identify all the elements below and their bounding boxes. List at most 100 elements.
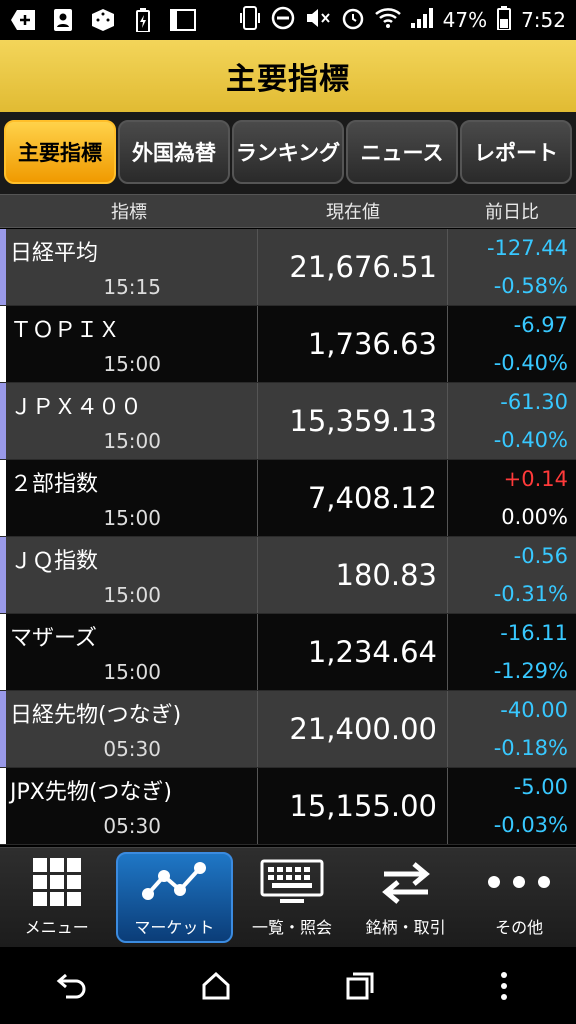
indicator-time: 05:30	[103, 737, 161, 761]
indicator-price: 1,736.63	[258, 306, 448, 382]
stock-trade-label: 銘柄・取引	[365, 917, 446, 937]
market-label: マーケット	[134, 917, 215, 937]
indicator-time: 15:00	[103, 583, 161, 607]
indicator-price: 1,234.64	[258, 614, 448, 690]
table-row[interactable]: ２部指数 15:00 7,408.12 +0.14 0.00%	[0, 460, 576, 537]
keyboard-monitor-icon	[260, 858, 324, 906]
more-dots-icon	[487, 858, 551, 906]
system-nav-bar	[0, 947, 576, 1024]
battery-charging-icon	[130, 8, 156, 32]
indicator-name: 日経先物(つなぎ)	[10, 703, 182, 728]
table-row[interactable]: ＴＯＰＩＸ 15:00 1,736.63 -6.97 -0.40%	[0, 306, 576, 383]
indicator-change-pct: 0.00%	[501, 505, 568, 529]
indicator-name: ２部指数	[10, 472, 99, 497]
tab-report[interactable]: レポート	[460, 120, 572, 184]
clock: 7:52	[521, 8, 566, 32]
chart-line-icon	[142, 858, 207, 906]
tab-forex[interactable]: 外国為替	[118, 120, 230, 184]
indicator-price: 15,155.00	[258, 768, 448, 844]
status-bar: 47% 7:52	[0, 0, 576, 40]
more-label: その他	[495, 917, 544, 937]
page-title: 主要指標	[226, 62, 350, 97]
do-not-disturb-icon	[271, 6, 295, 35]
indicator-name: JPX先物(つなぎ)	[10, 780, 172, 805]
table-header: 指標 現在値 前日比	[0, 194, 576, 228]
vertical-dots-icon	[501, 971, 507, 1000]
indicator-change-pct: -0.03%	[493, 813, 568, 837]
table-row[interactable]: ＪＱ指数 15:00 180.83 -0.56 -0.31%	[0, 537, 576, 614]
market-button[interactable]: マーケット	[115, 852, 234, 943]
indicator-change-pct: -0.40%	[493, 351, 568, 375]
battery-percent: 47%	[442, 8, 488, 32]
phone-vibrate-icon	[239, 5, 261, 36]
table-row[interactable]: マザーズ 15:00 1,234.64 -16.11 -1.29%	[0, 614, 576, 691]
indicator-change: -5.00	[513, 775, 568, 799]
wifi-icon	[374, 7, 401, 34]
column-header-change: 前日比	[485, 202, 539, 223]
indicator-price: 15,359.13	[258, 383, 448, 459]
indicator-change-pct: -0.58%	[493, 274, 568, 298]
grid-icon	[32, 857, 81, 906]
app-header: 主要指標	[0, 40, 576, 112]
indicator-change: -61.30	[500, 390, 568, 414]
indicator-change-pct: -0.40%	[493, 428, 568, 452]
bottom-toolbar: メニュー マーケット 一覧・照会 銘柄・取引 その他	[0, 847, 576, 947]
indicator-time: 15:00	[103, 352, 161, 376]
indicator-name: 日経平均	[10, 241, 99, 266]
tab-main-indicators[interactable]: 主要指標	[4, 120, 116, 184]
overflow-menu-button[interactable]	[474, 956, 534, 1016]
menu-label: メニュー	[24, 917, 89, 937]
indicator-change-pct: -1.29%	[493, 659, 568, 683]
add-icon	[10, 8, 36, 32]
contact-card-icon	[50, 8, 76, 32]
table-row[interactable]: JPX先物(つなぎ) 05:30 15,155.00 -5.00 -0.03%	[0, 768, 576, 845]
alarm-icon	[341, 6, 365, 35]
stock-trade-button[interactable]: 銘柄・取引	[349, 848, 463, 947]
indicator-price: 180.83	[258, 537, 448, 613]
signal-icon	[410, 7, 433, 33]
column-header-price: 現在値	[326, 202, 380, 223]
back-button[interactable]	[42, 956, 102, 1016]
recents-icon	[346, 972, 374, 999]
indicator-name: マザーズ	[10, 626, 97, 651]
indicator-time: 15:15	[103, 275, 161, 299]
table-row[interactable]: 日経先物(つなぎ) 05:30 21,400.00 -40.00 -0.18%	[0, 691, 576, 768]
indicator-time: 15:00	[103, 660, 161, 684]
indicator-change: -16.11	[500, 621, 568, 645]
tab-ranking[interactable]: ランキング	[232, 120, 344, 184]
list-inquiry-button[interactable]: 一覧・照会	[235, 848, 349, 947]
column-header-name: 指標	[111, 202, 147, 223]
list-inquiry-label: 一覧・照会	[251, 917, 332, 937]
indicator-change: -6.97	[513, 313, 568, 337]
battery-icon	[497, 5, 512, 35]
menu-button[interactable]: メニュー	[0, 848, 114, 947]
indicator-price: 21,400.00	[258, 691, 448, 767]
table-row[interactable]: ＪＰＸ４００ 15:00 15,359.13 -61.30 -0.40%	[0, 383, 576, 460]
recents-button[interactable]	[330, 956, 390, 1016]
indicator-name: ＪＰＸ４００	[10, 395, 143, 420]
indicator-change-pct: -0.31%	[493, 582, 568, 606]
indicator-change: -40.00	[500, 698, 568, 722]
more-button[interactable]: その他	[462, 848, 576, 947]
au-app-icon	[170, 8, 196, 32]
indicator-change: -0.56	[513, 544, 568, 568]
indicator-list: 日経平均 15:15 21,676.51 -127.44 -0.58% ＴＯＰＩＸ 1…	[0, 229, 576, 845]
indicator-change: +0.14	[503, 467, 568, 491]
table-row[interactable]: 日経平均 15:15 21,676.51 -127.44 -0.58%	[0, 229, 576, 306]
home-button[interactable]	[186, 956, 246, 1016]
indicator-time: 15:00	[103, 506, 161, 530]
back-icon	[56, 973, 86, 998]
indicator-time: 15:00	[103, 429, 161, 453]
indicator-change-pct: -0.18%	[493, 736, 568, 760]
swap-arrows-icon	[380, 858, 432, 906]
indicator-change: -127.44	[486, 236, 568, 260]
tab-news[interactable]: ニュース	[346, 120, 458, 184]
home-icon	[202, 971, 230, 999]
indicator-price: 21,676.51	[258, 229, 448, 305]
mute-icon	[305, 6, 331, 35]
dice-icon	[90, 8, 116, 32]
indicator-time: 05:30	[103, 814, 161, 838]
indicator-name: ＪＱ指数	[10, 549, 99, 574]
indicator-name: ＴＯＰＩＸ	[10, 318, 121, 343]
tab-bar: 主要指標 外国為替 ランキング ニュース レポート	[0, 112, 576, 194]
